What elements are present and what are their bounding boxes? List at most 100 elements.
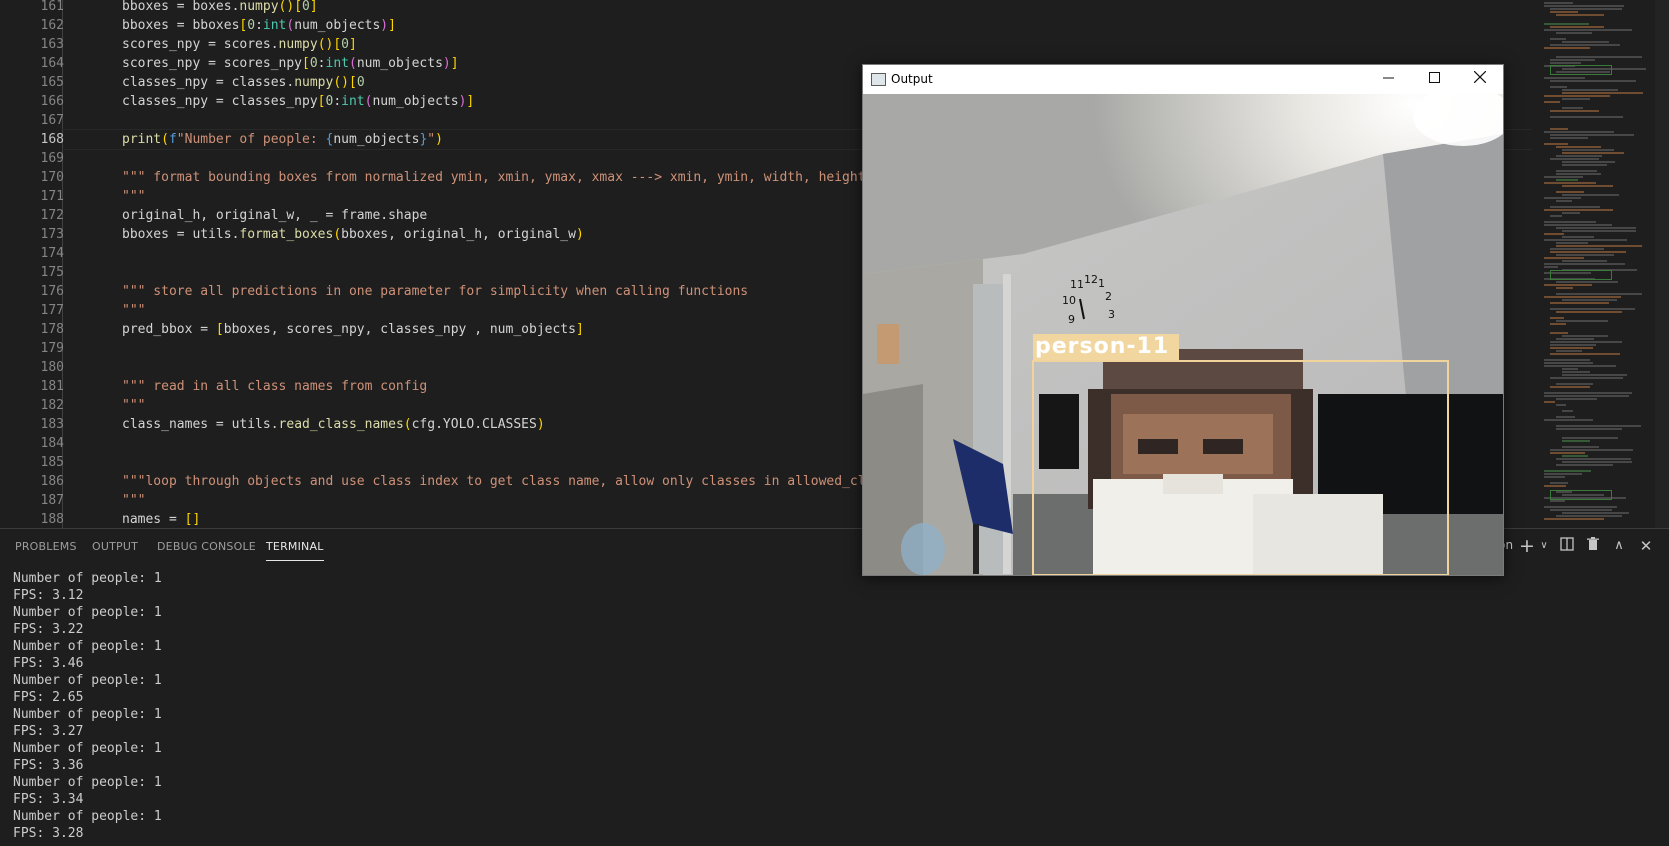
code-line[interactable]: bboxes = boxes.numpy()[0] [122,0,318,16]
line-number: 187 [40,493,64,508]
minimap-line [1556,281,1618,283]
minimap-line [1550,302,1609,304]
output-window[interactable]: Output 11 12 1 2 3 10 9 person-11 [862,64,1504,576]
minimap-line [1544,284,1592,286]
minimap-line [1550,206,1600,208]
minimap-line [1550,134,1634,136]
minimap-line [1550,353,1620,355]
code-line[interactable]: """ store all predictions in one paramet… [122,282,748,301]
minimap-line [1544,95,1610,97]
minimap[interactable] [1540,0,1655,528]
minimap-line [1544,266,1558,268]
trash-icon[interactable] [1582,535,1604,557]
minimap-line [1556,14,1604,16]
code-line[interactable]: pred_bbox = [bboxes, scores_npy, classes… [122,320,584,339]
minimap-line [1556,173,1601,175]
minimap-line [1544,176,1583,178]
minimap-line [1544,182,1596,184]
terminal-line: Number of people: 1 [13,639,162,654]
minimap-line [1550,251,1626,253]
code-line[interactable]: original_h, original_w, _ = frame.shape [122,206,427,225]
minimap-line [1544,101,1560,103]
minimap-line [1562,230,1636,232]
code-line[interactable]: """loop through objects and use class in… [122,472,873,491]
minimap-highlight [1550,270,1612,280]
code-line[interactable]: scores_npy = scores_npy[0:int(num_object… [122,54,459,73]
detection-label: person-11 [1033,334,1180,360]
line-number: 167 [40,113,64,128]
line-number: 176 [40,284,64,299]
window-title: Output [891,72,933,86]
minimap-line [1550,482,1568,484]
line-number: 171 [40,189,64,204]
code-line[interactable]: names = [] [122,510,200,528]
minimap-line [1544,257,1584,259]
code-line[interactable]: bboxes = bboxes[0:int(num_objects)] [122,16,396,35]
code-line[interactable]: print(f"Number of people: {num_objects}"… [122,130,443,149]
tab-terminal[interactable]: TERMINAL [266,540,324,561]
chevron-down-icon[interactable]: ∨ [1533,535,1555,557]
clock-numeral: 11 [1070,278,1084,291]
code-line[interactable]: classes_npy = classes_npy[0:int(num_obje… [122,92,474,111]
line-number: 161 [40,0,64,14]
minimap-line [1562,236,1594,238]
line-number: 175 [40,265,64,280]
minimap-line [1562,371,1590,373]
minimap-line [1562,185,1613,187]
minimap-line [1556,287,1573,289]
minimap-line [1544,224,1612,226]
minimap-line [1556,254,1614,256]
close-window-button[interactable] [1457,65,1503,94]
code-line[interactable]: """ [122,187,145,206]
minimap-line [1550,59,1595,61]
terminal-line: Number of people: 1 [13,571,162,586]
minimize-button[interactable] [1365,65,1411,94]
terminal-line: Number of people: 1 [13,775,162,790]
minimap-line [1556,428,1622,430]
minimap-line [1544,473,1582,475]
minimap-line [1562,152,1624,154]
tab-output[interactable]: OUTPUT [92,540,138,553]
code-line[interactable]: """ [122,396,145,415]
code-line[interactable]: """ [122,491,145,510]
line-number: 173 [40,227,64,242]
minimap-line [1562,455,1588,457]
minimap-line [1544,23,1589,25]
minimap-line [1550,323,1566,325]
minimap-line [1544,485,1566,487]
minimap-line [1562,89,1618,91]
minimap-line [1544,518,1604,520]
code-line[interactable]: class_names = utils.read_class_names(cfg… [122,415,545,434]
minimap-line [1562,260,1607,262]
minimap-line [1544,5,1624,7]
code-line[interactable]: """ format bounding boxes from normalize… [122,168,866,187]
line-number: 182 [40,398,64,413]
close-icon[interactable]: ✕ [1635,535,1657,557]
minimap-line [1550,62,1581,64]
clock-numeral: 2 [1105,290,1112,303]
clock-numeral: 10 [1062,294,1076,307]
minimap-line [1544,209,1613,211]
minimap-line [1556,383,1593,385]
tab-problems[interactable]: PROBLEMS [15,540,77,553]
window-titlebar[interactable]: Output [863,65,1503,94]
terminal-line: Number of people: 1 [13,741,162,756]
split-terminal-icon[interactable] [1556,535,1578,557]
minimap-line [1550,248,1604,250]
line-number: 180 [40,360,64,375]
code-line[interactable]: """ [122,301,145,320]
minimap-line [1562,368,1578,370]
tab-debug-console[interactable]: DEBUG CONSOLE [157,540,256,553]
code-line[interactable]: bboxes = utils.format_boxes(bboxes, orig… [122,225,584,244]
line-number: 170 [40,170,64,185]
code-line[interactable]: classes_npy = classes.numpy()[0 [122,73,365,92]
minimap-line [1544,296,1621,298]
editor-scrollbar[interactable] [1655,0,1669,528]
minimap-line [1562,107,1583,109]
line-number: 165 [40,75,64,90]
code-line[interactable]: """ read in all class names from config [122,377,427,396]
maximize-button[interactable] [1411,65,1457,94]
minimap-line [1544,392,1632,394]
code-line[interactable]: scores_npy = scores.numpy()[0] [122,35,357,54]
maximize-panel-icon[interactable]: ∧ [1608,535,1630,557]
